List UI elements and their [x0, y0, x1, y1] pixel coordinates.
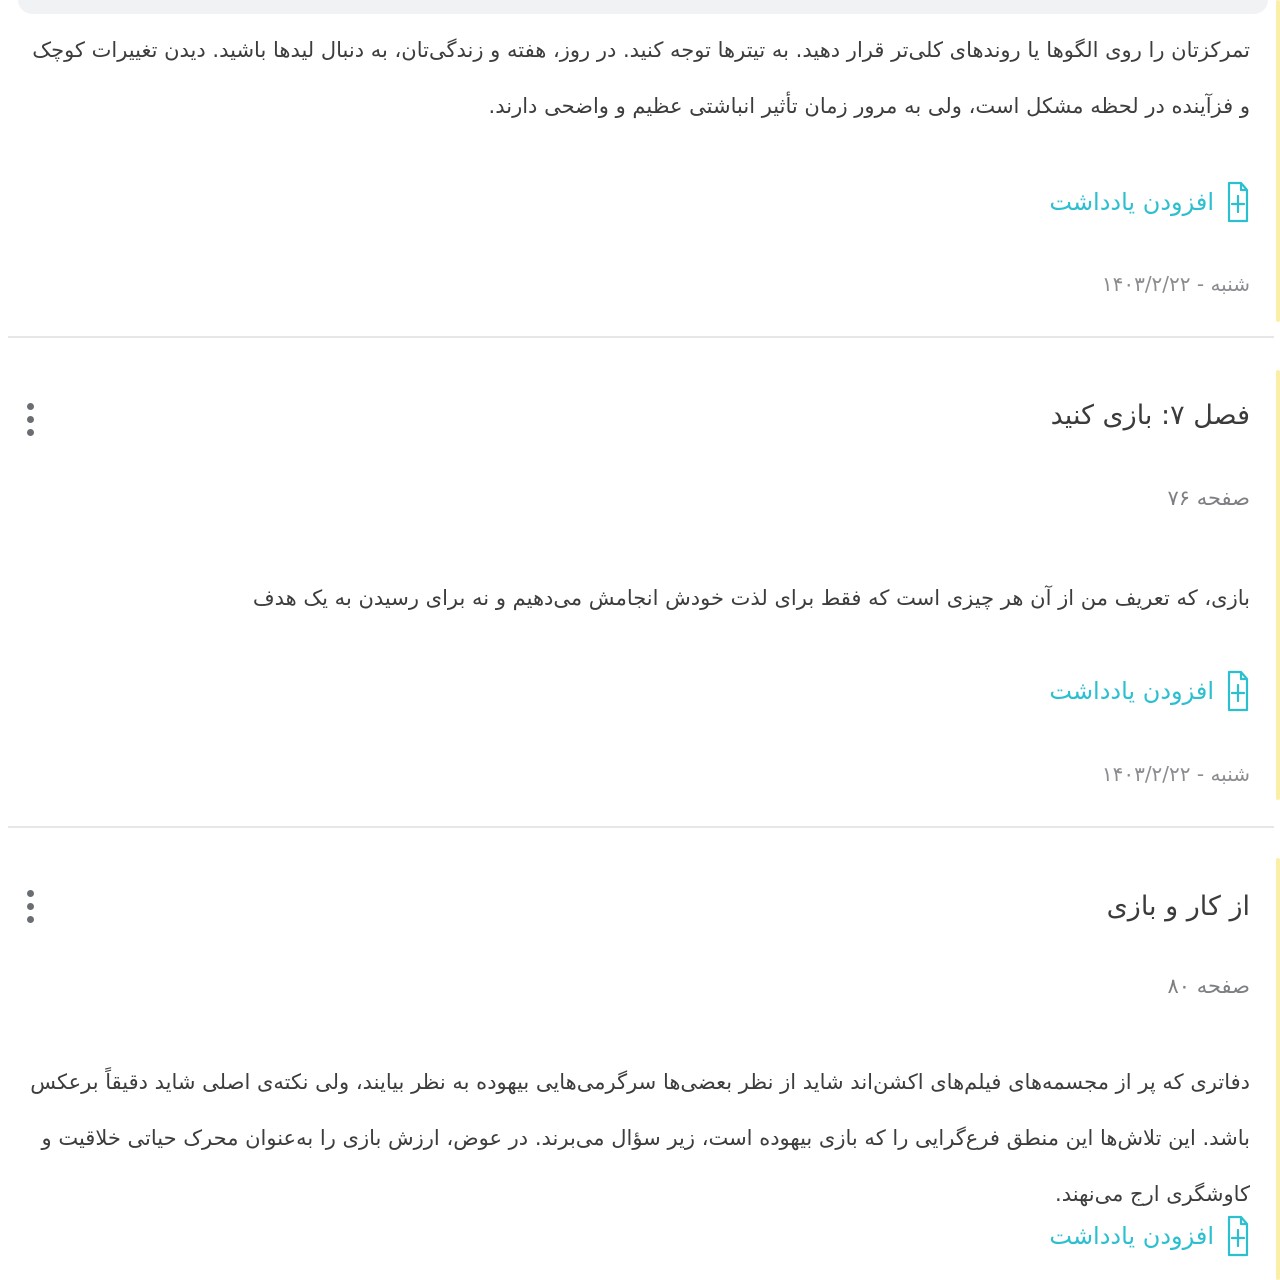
- more-options-button[interactable]: [20, 397, 40, 441]
- note-plus-icon: [1227, 670, 1249, 712]
- chapter-title: فصل ۷: بازی کنید: [1050, 400, 1250, 431]
- add-note-button[interactable]: افزودن یادداشت: [1049, 1212, 1250, 1260]
- more-vertical-icon: [26, 402, 34, 410]
- card-divider: [8, 336, 1274, 338]
- highlight-text: تمرکزتان را روی الگوها یا روندهای کلی‌تر…: [32, 38, 1250, 118]
- highlight-color-bar: [1276, 858, 1280, 1280]
- more-options-button[interactable]: [20, 884, 40, 928]
- highlight-color-bar: [1276, 0, 1280, 322]
- add-note-label: افزودن یادداشت: [1049, 677, 1214, 705]
- add-note-label: افزودن یادداشت: [1049, 1222, 1214, 1250]
- add-note-button[interactable]: افزودن یادداشت: [1049, 178, 1250, 226]
- chapter-title: از کار و بازی: [1106, 891, 1250, 922]
- page-number: صفحه ۷۶: [1167, 486, 1250, 510]
- highlight-text: دفاتری که پر از مجسمه‌های فیلم‌های اکشن‌…: [30, 1070, 1250, 1206]
- previous-card-edge: [18, 0, 1268, 14]
- note-plus-icon: [1227, 181, 1249, 223]
- highlight-color-bar: [1276, 370, 1280, 800]
- highlight-date: شنبه - ۱۴۰۳/۲/۲۲: [1101, 762, 1250, 786]
- highlight-date: شنبه - ۱۴۰۳/۲/۲۲: [1101, 272, 1250, 296]
- page-number: صفحه ۸۰: [1167, 974, 1250, 998]
- more-vertical-icon: [26, 889, 34, 897]
- add-note-button[interactable]: افزودن یادداشت: [1049, 667, 1250, 715]
- card-divider: [8, 826, 1274, 828]
- note-plus-icon: [1227, 1215, 1249, 1257]
- highlight-text: بازی، که تعریف من از آن هر چیزی است که ف…: [252, 586, 1250, 610]
- add-note-label: افزودن یادداشت: [1049, 188, 1214, 216]
